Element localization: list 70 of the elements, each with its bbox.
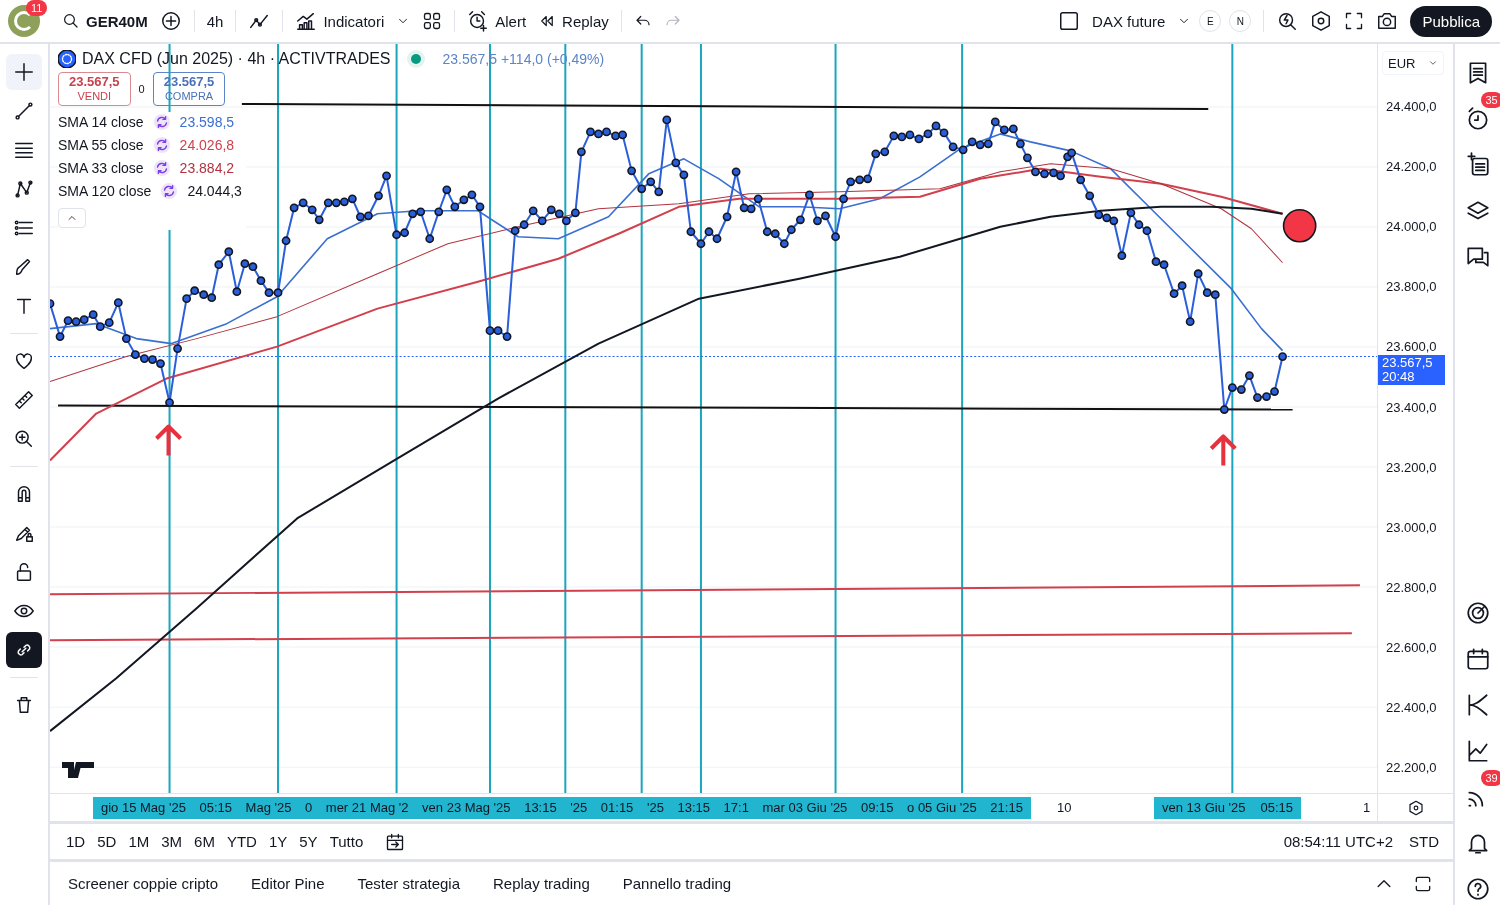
time-label: 13:15	[677, 800, 710, 815]
range-button[interactable]: 1D	[62, 829, 90, 854]
panel-tab[interactable]: Pannello trading	[622, 875, 732, 892]
time-label: 17:1	[723, 800, 749, 815]
time-label: mer 21 Mag '2	[325, 800, 409, 815]
indicator-value: 24.026,8	[179, 137, 235, 153]
indicator-name[interactable]: SMA 14 close	[58, 114, 144, 130]
time-label: 05:15	[199, 800, 232, 815]
notification-badge: 35	[1480, 92, 1500, 108]
time-label: Mag '25	[245, 800, 292, 815]
range-button[interactable]: 1Y	[264, 829, 292, 854]
spread-value: 0	[138, 83, 145, 95]
time-label: ven 13 Giu '25	[1162, 800, 1246, 815]
publish-button[interactable]: Pubblica	[1410, 5, 1492, 37]
price-label: 22.800,0	[1386, 579, 1437, 595]
price-label: 23.000,0	[1386, 519, 1437, 535]
time-label: 13:15	[524, 800, 557, 815]
price-label: 24.400,0	[1386, 99, 1437, 114]
time-label: 01:15	[600, 800, 634, 815]
last-price-label: 23.567,5 20:48	[1378, 355, 1445, 385]
price-label: 22.400,0	[1386, 700, 1437, 715]
panel-tab[interactable]: Replay trading	[493, 875, 590, 892]
price-label: 23.200,0	[1386, 459, 1437, 475]
range-button[interactable]: 3M	[157, 829, 187, 854]
time-label: gio 15 Mag '25	[101, 800, 186, 815]
interval-button[interactable]: 4h	[206, 12, 224, 30]
price-label: 24.200,0	[1386, 159, 1437, 175]
range-button[interactable]: Tutto	[325, 829, 368, 854]
session-button[interactable]: STD	[1405, 829, 1443, 854]
price-label: 24.000,0	[1386, 219, 1437, 235]
indicator-name[interactable]: SMA 120 close	[58, 183, 152, 199]
time-label: 21:15	[990, 800, 1023, 815]
replay-button[interactable]: Replay	[538, 12, 609, 30]
time-label: '25	[646, 800, 664, 815]
indicator-name[interactable]: SMA 55 close	[58, 137, 144, 153]
indicator-value: 23.598,5	[179, 114, 235, 130]
range-button[interactable]: YTD	[222, 829, 261, 854]
price-label: 22.600,0	[1386, 639, 1437, 655]
range-button[interactable]: 6M	[190, 829, 219, 854]
time-label: 09:15	[860, 800, 894, 815]
panel-tab[interactable]: Tester strategia	[357, 875, 460, 892]
range-button[interactable]: 5D	[93, 829, 121, 854]
price-label: 23.400,0	[1386, 399, 1437, 415]
price-label: 23.600,0	[1386, 339, 1437, 355]
indicator-value: 24.044,3	[187, 183, 242, 199]
price-label: 23.800,0	[1386, 279, 1437, 295]
indicator-name[interactable]: SMA 33 close	[58, 160, 144, 176]
time-label: '25	[570, 800, 588, 815]
time-label: 1	[1363, 800, 1371, 815]
price-label: 22.200,0	[1386, 760, 1437, 776]
layout-name-button[interactable]: DAX future	[1092, 12, 1166, 30]
notification-badge: 39	[1480, 770, 1500, 786]
symbol-search-button[interactable]: GER40M	[62, 12, 148, 30]
range-button[interactable]: 5Y	[295, 829, 322, 854]
sell-button[interactable]: 23.567,5 VENDI	[58, 72, 131, 106]
alert-button[interactable]: Alert	[467, 10, 527, 32]
time-label: 05:15	[1260, 800, 1293, 815]
time-label: mar 03 Giu '25	[762, 800, 848, 815]
time-label: 0	[305, 800, 313, 815]
clock-text[interactable]: 08:54:11 UTC+2	[1283, 833, 1393, 850]
time-label: 10	[1057, 800, 1072, 815]
currency-dropdown[interactable]: EUR	[1382, 51, 1444, 75]
indicators-button[interactable]: Indicatori	[295, 10, 385, 32]
indicator-value: 23.884,2	[179, 160, 235, 176]
time-label: ven 23 Mag '25	[422, 800, 511, 815]
time-label: o 05 Giu '25	[907, 800, 977, 815]
panel-tab[interactable]: Screener coppie cripto	[68, 875, 219, 892]
range-button[interactable]: 1M	[124, 829, 154, 854]
notification-badge: 11	[26, 0, 48, 16]
panel-tab[interactable]: Editor Pine	[251, 875, 325, 892]
